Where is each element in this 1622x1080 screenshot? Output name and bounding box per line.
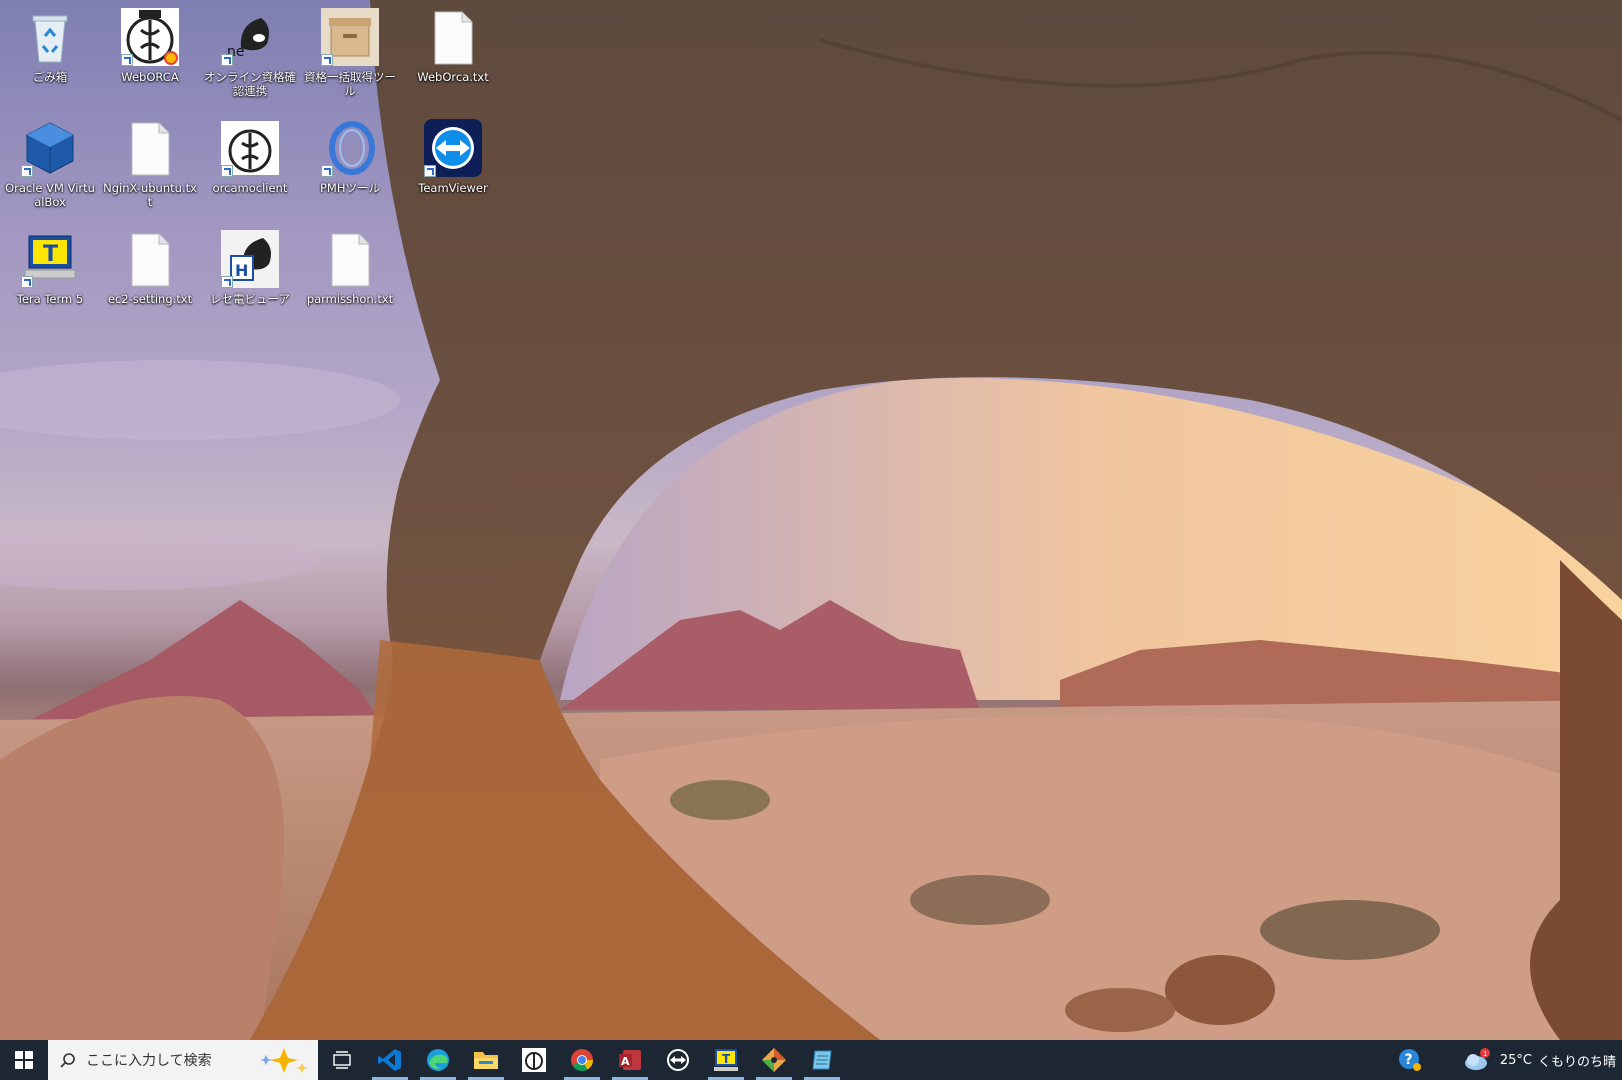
desktop-icon-virtualbox[interactable]: Oracle VM VirtualBox xyxy=(3,113,97,221)
task-view-icon xyxy=(333,1051,351,1069)
pmh-icon xyxy=(321,119,379,177)
rece-viewer-icon: H xyxy=(221,230,279,288)
shortcut-arrow-icon xyxy=(121,54,133,66)
desktop-icon-orcamoclient[interactable]: orcamoclient xyxy=(203,113,297,221)
weather-badge: 1 xyxy=(1483,1050,1487,1058)
taskbar-orca[interactable] xyxy=(510,1040,558,1080)
windows-logo-icon xyxy=(15,1051,33,1069)
desktop-icon-label: レセ電ビューア xyxy=(209,292,291,306)
orca-icon xyxy=(221,119,279,177)
teamviewer-icon xyxy=(667,1049,689,1071)
taskbar-search-box[interactable]: ここに入力して検索 xyxy=(48,1040,318,1080)
chrome-icon xyxy=(571,1049,593,1071)
desktop-icon-label: 資格一括取得ツール xyxy=(304,70,396,98)
orca-icon xyxy=(522,1048,546,1072)
desktop-icon-label: NginX-ubuntu.txt xyxy=(103,181,197,209)
taskbar-access[interactable]: A xyxy=(606,1040,654,1080)
text-file-icon xyxy=(321,230,379,288)
teraterm-icon: T xyxy=(21,230,79,288)
search-icon xyxy=(60,1053,75,1068)
text-file-icon xyxy=(121,230,179,288)
desktop-icon-nginx-txt[interactable]: NginX-ubuntu.txt xyxy=(103,113,197,221)
desktop-icon-label: ec2-setting.txt xyxy=(107,292,193,306)
taskbar-chrome[interactable] xyxy=(558,1040,606,1080)
desktop-icon-teamviewer[interactable]: TeamViewer xyxy=(406,113,500,221)
help-icon: ? xyxy=(1398,1049,1421,1071)
desktop-icon-label: WebOrca.txt xyxy=(417,70,489,84)
desktop-icon-label: PMHツール xyxy=(319,181,380,195)
task-view-button[interactable] xyxy=(318,1040,366,1080)
shortcut-arrow-icon xyxy=(21,276,33,288)
desktop-icon-label: オンライン資格確認連携 xyxy=(204,70,296,98)
taskbar-git[interactable] xyxy=(750,1040,798,1080)
shortcut-arrow-icon xyxy=(321,54,333,66)
desktop-icon-weborca[interactable]: WebORCA xyxy=(103,2,197,110)
desktop-icon-tera-term[interactable]: T Tera Term 5 xyxy=(3,224,97,332)
start-button[interactable] xyxy=(0,1040,48,1080)
file-explorer-icon xyxy=(474,1052,498,1069)
shortcut-arrow-icon xyxy=(321,165,333,177)
weather-widget[interactable]: 1 xyxy=(1460,1040,1494,1080)
desktop-icon-label: TeamViewer xyxy=(418,181,488,195)
search-highlight-icon xyxy=(260,1048,308,1073)
shortcut-arrow-icon xyxy=(221,54,233,66)
svg-text:T: T xyxy=(43,242,58,267)
shortcut-arrow-icon xyxy=(424,165,436,177)
desktop-icon-label: Oracle VM VirtualBox xyxy=(5,181,95,209)
archive-box-icon xyxy=(321,8,379,66)
text-file-icon xyxy=(121,119,179,177)
svg-text:T: T xyxy=(722,1052,731,1066)
desktop-icon-online-qualification[interactable]: ne オンライン資格確認連携 xyxy=(203,2,297,110)
taskbar-notepad[interactable] xyxy=(798,1040,846,1080)
teamviewer-icon xyxy=(424,119,482,177)
shortcut-arrow-icon xyxy=(221,165,233,177)
desktop-icon-recycle-bin[interactable]: ごみ箱 xyxy=(3,2,97,110)
desktop-icon-parmisshon-txt[interactable]: parmisshon.txt xyxy=(303,224,397,332)
orca-online-icon: ne xyxy=(221,8,279,66)
teraterm-icon: T xyxy=(714,1049,738,1071)
vscode-icon xyxy=(378,1049,401,1071)
system-tray: ? 1 25°C くもりのち晴 xyxy=(1390,1040,1622,1080)
taskbar-file-explorer[interactable] xyxy=(462,1040,510,1080)
desktop-icon-label: WebORCA xyxy=(121,70,179,84)
shortcut-arrow-icon xyxy=(21,165,33,177)
desktop-icon-ec2-setting-txt[interactable]: ec2-setting.txt xyxy=(103,224,197,332)
text-file-icon xyxy=(424,8,482,66)
svg-text:?: ? xyxy=(1404,1052,1412,1068)
edge-icon xyxy=(427,1049,449,1071)
desktop-icon-label: ごみ箱 xyxy=(32,70,68,84)
desktop-icon-weborca-txt[interactable]: WebOrca.txt xyxy=(406,2,500,110)
weather-temperature: 25°C xyxy=(1499,1052,1532,1068)
desktop-icon-bulk-qualification-tool[interactable]: 資格一括取得ツール xyxy=(303,2,397,110)
svg-text:H: H xyxy=(235,261,248,280)
taskbar-teraterm[interactable]: T xyxy=(702,1040,750,1080)
git-icon xyxy=(762,1048,786,1072)
recycle-bin-icon xyxy=(21,8,79,66)
access-icon: A xyxy=(619,1050,641,1070)
tray-help[interactable]: ? xyxy=(1390,1040,1430,1080)
desktop-icon-rece-viewer[interactable]: H レセ電ビューア xyxy=(203,224,297,332)
taskbar-edge[interactable] xyxy=(414,1040,462,1080)
desktop-icon-label: Tera Term 5 xyxy=(16,292,84,306)
taskbar-vscode[interactable] xyxy=(366,1040,414,1080)
search-placeholder: ここに入力して検索 xyxy=(86,1053,212,1069)
taskbar-teamviewer[interactable] xyxy=(654,1040,702,1080)
taskbar: ここに入力して検索 A T ? 1 25°C くもりのち晴 xyxy=(0,1040,1622,1080)
svg-text:A: A xyxy=(621,1055,630,1068)
cloudy-weather-icon: 1 xyxy=(1464,1048,1490,1070)
desktop-icon-label: orcamoclient xyxy=(212,181,288,195)
virtualbox-icon xyxy=(21,119,79,177)
shortcut-arrow-icon xyxy=(221,276,233,288)
desktop-icon-pmh-tool[interactable]: PMHツール xyxy=(303,113,397,221)
weather-condition: くもりのち晴 xyxy=(1537,1054,1616,1070)
notepad-icon xyxy=(812,1050,832,1070)
orca-icon xyxy=(121,8,179,66)
desktop-icon-label: parmisshon.txt xyxy=(306,292,394,306)
